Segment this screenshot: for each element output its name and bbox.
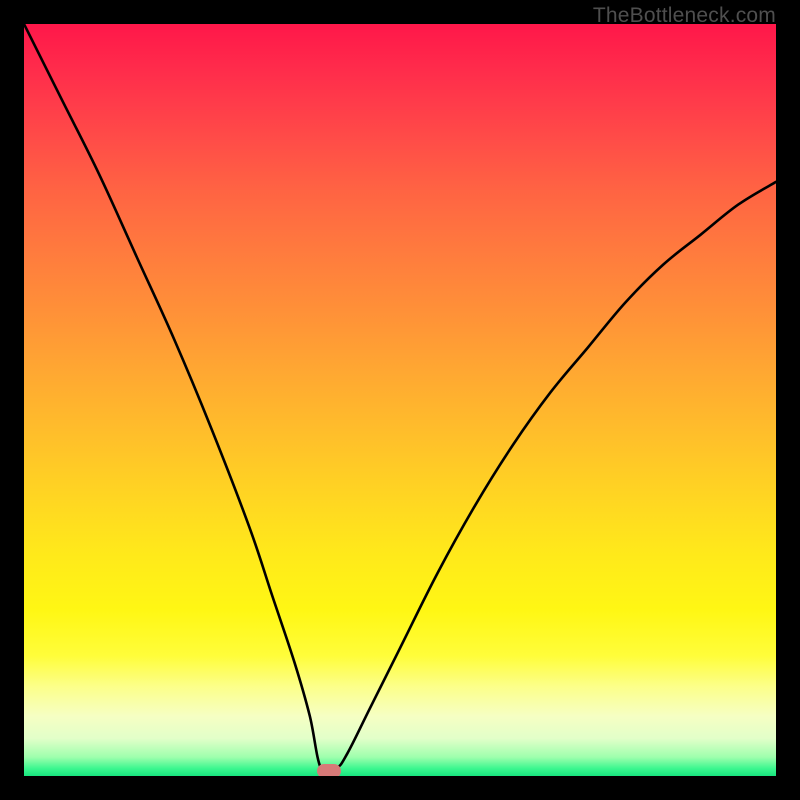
plot-area [24, 24, 776, 776]
chart-frame: TheBottleneck.com [0, 0, 800, 800]
curve-path [24, 24, 776, 773]
watermark-text: TheBottleneck.com [593, 4, 776, 28]
bottleneck-curve [24, 24, 776, 776]
optimal-marker [317, 764, 341, 776]
